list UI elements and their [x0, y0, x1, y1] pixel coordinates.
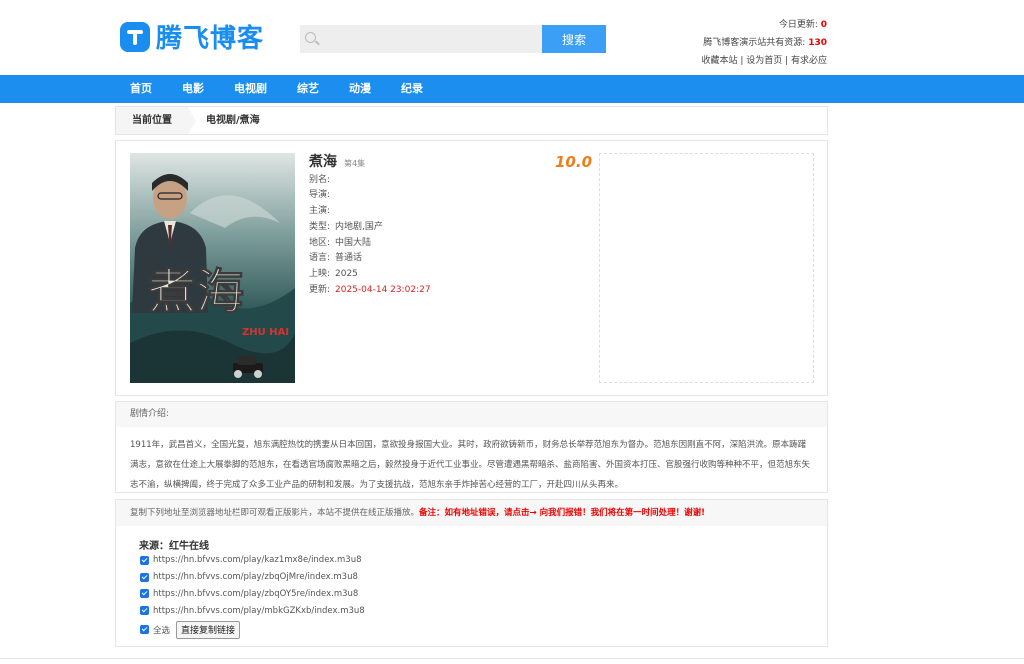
- play-notice: 复制下列地址至浏览器地址栏即可观看正版影片，本站不提供在线正版播放。备注：如有地…: [116, 500, 827, 526]
- select-all-label: 全选: [153, 625, 171, 636]
- logo-icon: [120, 21, 150, 52]
- detail-updated: 更新: 2025-04-14 23:02:27: [309, 283, 431, 299]
- breadcrumb-path[interactable]: 电视剧/煮海: [206, 107, 260, 134]
- header-links[interactable]: 收藏本站 | 设为首页 | 有求必应: [701, 52, 827, 70]
- today-update-count: 0: [820, 20, 827, 30]
- detail-region: 地区: 中国大陆: [309, 236, 431, 252]
- source-label: 来源：红牛在线: [139, 541, 209, 552]
- main-nav: 首页 电影 电视剧 综艺 动漫 纪录: [0, 75, 1024, 103]
- plot-text: 1911年，武昌首义，全国光复，旭东满腔热忱的携妻从日本回国，意欲投身报国大业。…: [130, 440, 811, 490]
- play-links-section: 复制下列地址至浏览器地址栏即可观看正版影片，本站不提供在线正版播放。备注：如有地…: [115, 499, 828, 647]
- link-checkbox[interactable]: [140, 572, 149, 582]
- nav-item-documentary[interactable]: 纪录: [401, 75, 423, 103]
- site-logo[interactable]: 腾飞博客: [120, 18, 264, 55]
- detail-cast: 主演:: [309, 204, 431, 220]
- detail-value: 2025-04-14 23:02:27: [335, 284, 431, 295]
- detail-director: 导演:: [309, 188, 431, 204]
- poster-subtitle: ZHU HAI: [242, 327, 289, 338]
- total-resources-count: 130: [808, 38, 827, 48]
- play-notice-text: 复制下列地址至浏览器地址栏即可观看正版影片，本站不提供在线正版播放。: [130, 508, 420, 518]
- ad-placeholder: [599, 153, 814, 383]
- plot-section: 剧情介绍: 1911年，武昌首义，全国光复，旭东满腔热忱的携妻从日本回国，意欲投…: [115, 401, 828, 493]
- error-report-link[interactable]: 备注：如有地址错误，请点击→ 向我们报错！我们将在第一时间处理！谢谢!: [419, 508, 705, 518]
- total-resources-label: 腾飞博客演示站共有资源:: [703, 38, 806, 48]
- search-button[interactable]: 搜索: [542, 25, 606, 53]
- total-resources: 腾飞博客演示站共有资源: 130: [701, 34, 827, 52]
- detail-genre: 类型: 内地剧,国产: [309, 220, 431, 236]
- link-row: https://hn.bfvvs.com/play/zbqOY5re/index…: [140, 586, 365, 603]
- link-checkbox[interactable]: [140, 555, 149, 565]
- detail-key: 上映:: [309, 268, 331, 279]
- breadcrumb: 当前位置 电视剧/煮海: [115, 106, 828, 135]
- detail-value: 内地剧,国产: [335, 221, 383, 232]
- detail-key: 类型:: [309, 221, 331, 232]
- score: 10.0: [555, 153, 593, 171]
- link-checkbox[interactable]: [140, 589, 149, 599]
- movie-title: 煮海: [309, 154, 337, 170]
- link-url[interactable]: https://hn.bfvvs.com/play/zbqOY5re/index…: [153, 589, 358, 599]
- search-box: [300, 25, 542, 53]
- detail-language: 语言: 普通话: [309, 251, 431, 267]
- link-url[interactable]: https://hn.bfvvs.com/play/mbkGZKxb/index…: [153, 606, 365, 616]
- link-row: https://hn.bfvvs.com/play/mbkGZKxb/index…: [140, 602, 365, 619]
- copy-links-button[interactable]: 直接复制链接: [176, 620, 241, 639]
- movie-episode: 第4集: [344, 159, 366, 168]
- detail-key: 主演:: [309, 206, 331, 217]
- nav-item-movie[interactable]: 电影: [182, 75, 204, 103]
- movie-details: 煮海 第4集 别名: 导演: 主演: 类型: 内地剧,国产 地区: 中国大陆 语…: [309, 154, 431, 299]
- footer-divider: [0, 658, 1024, 659]
- link-url[interactable]: https://hn.bfvvs.com/play/kaz1mx8e/index…: [153, 555, 362, 565]
- detail-key: 语言:: [309, 253, 331, 264]
- nav-item-home[interactable]: 首页: [130, 75, 152, 103]
- detail-key: 导演:: [309, 190, 331, 201]
- poster-image: 煮海 ZHU HAI: [130, 153, 295, 383]
- site-header: 腾飞博客 搜索 今日更新: 0 腾飞博客演示站共有资源: 130 收藏本站 | …: [0, 0, 1024, 75]
- breadcrumb-label: 当前位置: [116, 107, 196, 134]
- poster-title: 煮海: [147, 264, 244, 320]
- today-update: 今日更新: 0: [701, 16, 827, 34]
- nav-item-tv[interactable]: 电视剧: [234, 75, 267, 103]
- detail-alias: 别名:: [309, 173, 431, 189]
- site-stats: 今日更新: 0 腾飞博客演示站共有资源: 130 收藏本站 | 设为首页 | 有…: [701, 16, 827, 70]
- search-input[interactable]: [322, 25, 537, 53]
- nav-item-variety[interactable]: 综艺: [297, 75, 319, 103]
- detail-value: 普通话: [335, 253, 363, 264]
- detail-value: 2025: [335, 268, 358, 279]
- search-icon: [305, 32, 316, 43]
- detail-key: 别名:: [309, 174, 331, 185]
- detail-key: 更新:: [309, 284, 331, 295]
- nav-item-anime[interactable]: 动漫: [349, 75, 371, 103]
- search-bar: 搜索: [300, 25, 606, 53]
- movie-info: 煮海 ZHU HAI 煮海 第4集 别名: 导演: 主演: 类型: 内地剧,国产…: [115, 140, 828, 396]
- link-row: https://hn.bfvvs.com/play/kaz1mx8e/index…: [140, 552, 365, 569]
- detail-value: 中国大陆: [335, 237, 372, 248]
- plot-heading: 剧情介绍:: [116, 402, 827, 427]
- detail-release: 上映: 2025: [309, 267, 431, 283]
- link-checkbox[interactable]: [140, 606, 149, 616]
- select-all-row: 全选 直接复制链接: [140, 620, 365, 639]
- select-all-checkbox[interactable]: [140, 625, 149, 635]
- logo-text: 腾飞博客: [156, 24, 265, 54]
- today-update-label: 今日更新:: [778, 20, 818, 30]
- link-row: https://hn.bfvvs.com/play/zbqOjMre/index…: [140, 569, 365, 586]
- link-url[interactable]: https://hn.bfvvs.com/play/zbqOjMre/index…: [153, 572, 358, 582]
- detail-key: 地区:: [309, 237, 331, 248]
- link-list: https://hn.bfvvs.com/play/kaz1mx8e/index…: [140, 552, 365, 639]
